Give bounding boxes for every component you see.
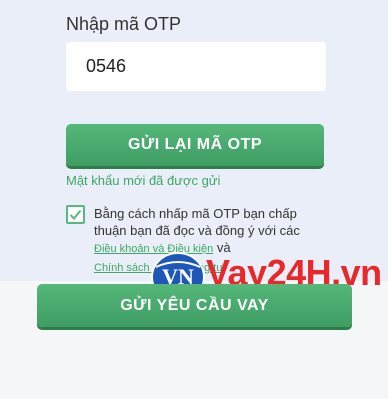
otp-sent-message: Mật khẩu mới đã được gửi [66, 173, 221, 188]
otp-label: Nhập mã OTP [66, 14, 182, 34]
resend-otp-button[interactable]: GỬI LẠI MÃ OTP [66, 124, 324, 166]
submit-loan-request-button[interactable]: GỬI YÊU CẦU VAY [37, 284, 352, 327]
checkmark-icon [69, 209, 82, 220]
otp-input[interactable] [66, 42, 326, 91]
consent-checkbox[interactable] [66, 205, 85, 224]
consent-text-intro: Bằng cách nhấp mã OTP bạn chấp thuận bạn… [94, 206, 300, 238]
